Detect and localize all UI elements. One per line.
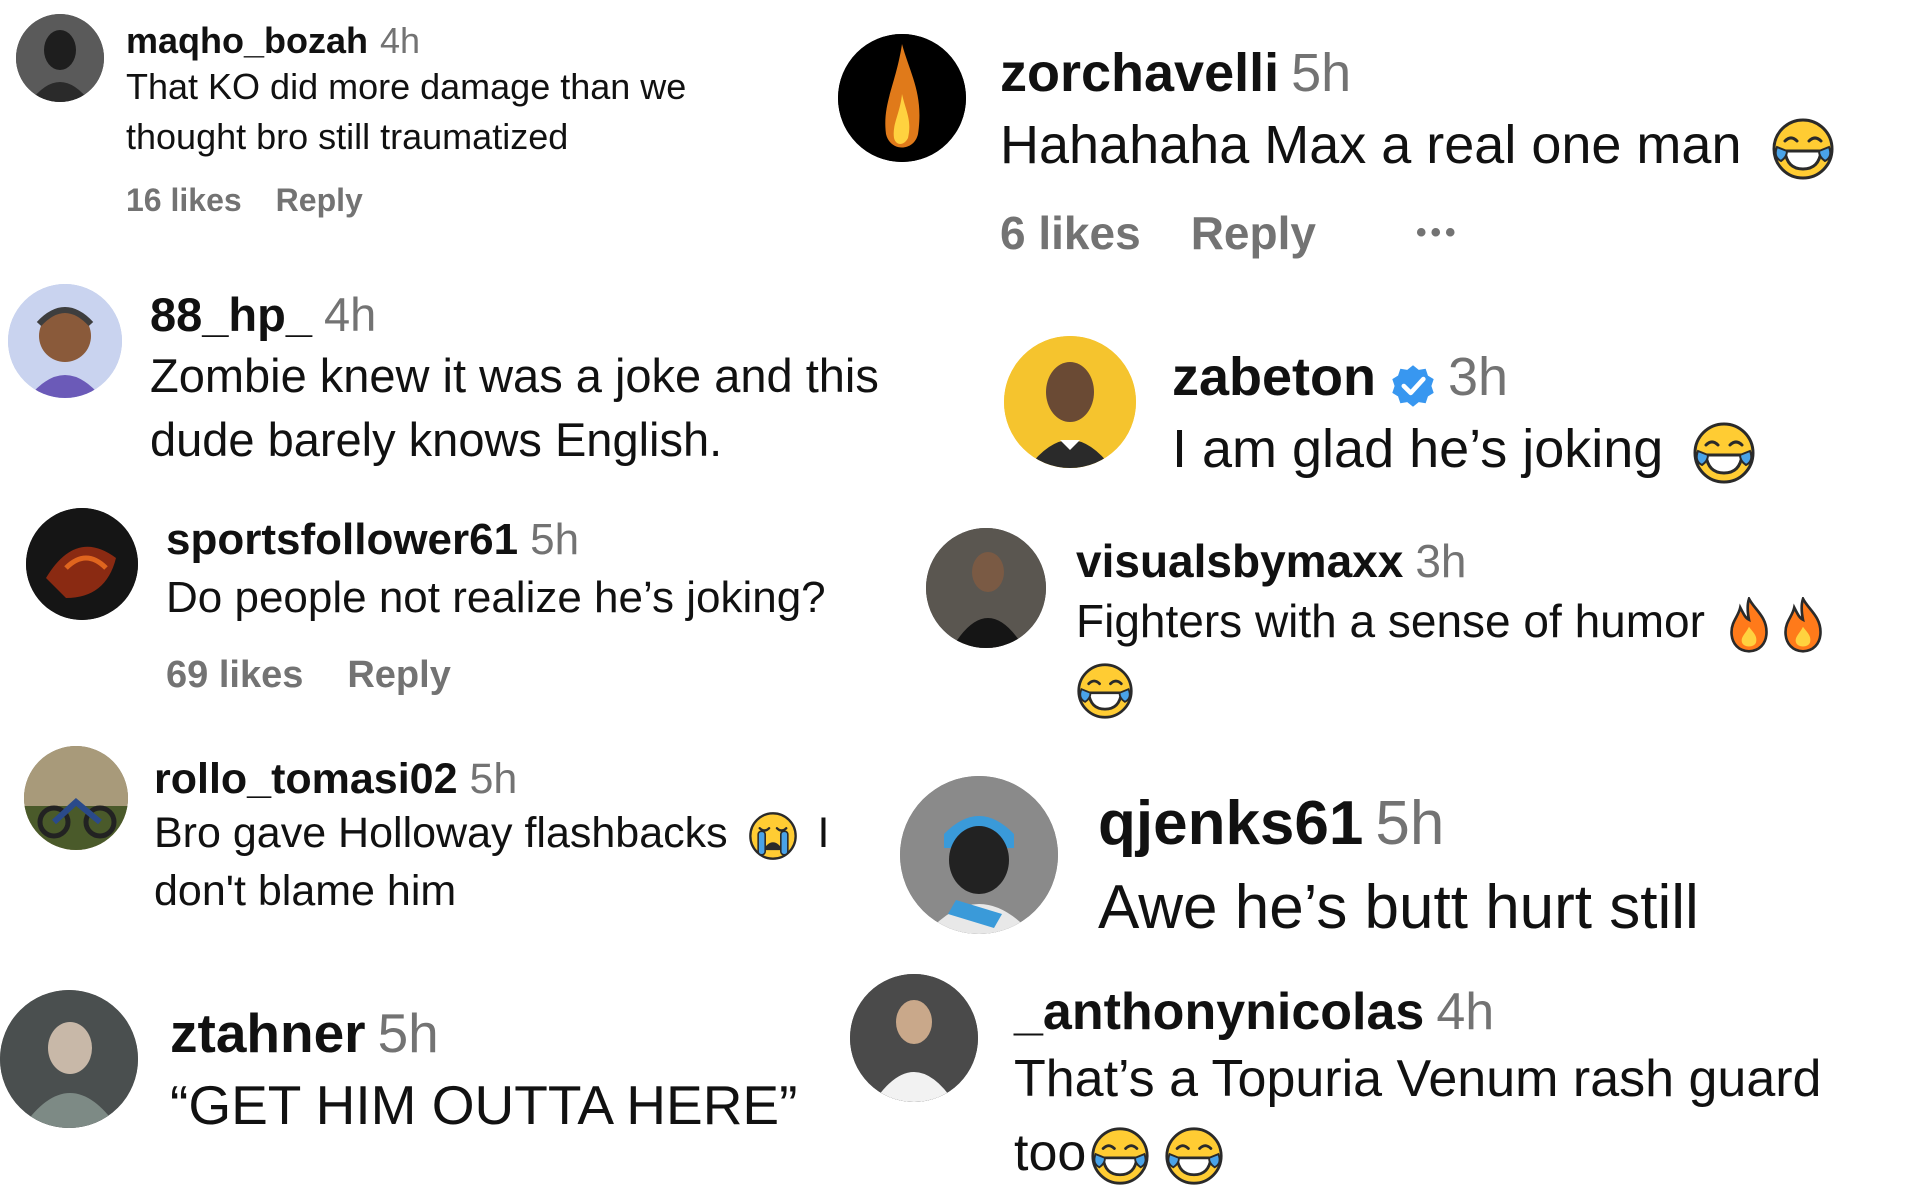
avatar[interactable]	[1004, 336, 1136, 468]
avatar[interactable]	[16, 14, 104, 102]
comment-username[interactable]: sportsfollower61	[166, 515, 518, 564]
reply-button[interactable]: Reply	[276, 182, 363, 219]
comment-text-part: Fighters with a sense of humor	[1076, 595, 1705, 647]
avatar[interactable]	[26, 508, 138, 620]
avatar[interactable]	[900, 776, 1058, 934]
comment-username[interactable]: _anthonynicolas	[1014, 983, 1424, 1041]
avatar[interactable]	[0, 990, 138, 1128]
avatar[interactable]	[926, 528, 1046, 648]
face-with-tears-of-joy-icon	[1771, 117, 1835, 181]
comment-text-part: Hahahaha Max a real one man	[1000, 115, 1742, 175]
comment-username[interactable]: zabeton	[1172, 347, 1376, 407]
face-with-tears-of-joy-icon	[1076, 662, 1134, 720]
comment-text: That’s a Topuria Venum rash guard too	[1014, 1042, 1914, 1190]
comment-time: 5h	[1291, 43, 1352, 103]
comment-text-part: I am glad he’s joking	[1172, 419, 1664, 479]
face-with-tears-of-joy-icon	[1692, 421, 1756, 485]
comment-text: Bro gave Holloway flashbacks I don't bla…	[154, 804, 914, 920]
comment-time: 5h	[1375, 789, 1445, 858]
comment-username[interactable]: 88_hp_	[150, 288, 312, 341]
comment-time: 5h	[530, 515, 580, 564]
comment-text: That KO did more damage than we thought …	[126, 66, 687, 157]
comment-time: 4h	[323, 288, 377, 341]
comment-actions: 6 likes Reply •••	[1000, 206, 1900, 260]
comment-username[interactable]: ztahner	[170, 1002, 366, 1064]
more-options-button[interactable]: •••	[1416, 216, 1460, 250]
face-with-tears-of-joy-icon	[1090, 1126, 1150, 1186]
fire-icon	[1728, 597, 1770, 653]
loudly-crying-face-icon	[748, 811, 798, 861]
comment-text: “GET HIM OUTTA HERE”	[170, 1074, 798, 1136]
comment-text: Do people not realize he’s joking?	[166, 573, 826, 622]
comment-text: Hahahaha Max a real one man	[1000, 106, 1900, 184]
avatar[interactable]	[8, 284, 122, 398]
comment-time: 3h	[1415, 535, 1467, 587]
comment-text: Fighters with a sense of humor	[1076, 588, 1916, 720]
comment-actions: 16 likes Reply	[126, 182, 726, 219]
avatar[interactable]	[24, 746, 128, 850]
comment-actions: 69 likes Reply	[166, 654, 926, 697]
comment-time: 4h	[380, 20, 421, 61]
comment-text-part: That’s a Topuria Venum rash guard	[1014, 1050, 1822, 1108]
comment-time: 5h	[377, 1002, 439, 1064]
comment-time: 3h	[1448, 347, 1509, 407]
comment-username[interactable]: visualsbymaxx	[1076, 535, 1403, 587]
comment-text-part: Bro gave Holloway flashbacks	[154, 809, 728, 857]
comment-text-part: don't blame him	[154, 867, 457, 915]
comment-text-part: too	[1014, 1124, 1087, 1182]
comment-text-part: I	[817, 809, 830, 857]
reply-button[interactable]: Reply	[347, 654, 450, 697]
comment-username[interactable]: rollo_tomasi02	[154, 755, 458, 803]
avatar[interactable]	[850, 974, 978, 1102]
comment-username[interactable]: maqho_bozah	[126, 20, 368, 61]
comment-time: 5h	[469, 755, 518, 803]
comment-text: Awe he’s butt hurt still	[1098, 873, 1699, 942]
comment-username[interactable]: zorchavelli	[1000, 43, 1279, 103]
avatar[interactable]	[838, 34, 966, 162]
comment-username[interactable]: qjenks61	[1098, 789, 1363, 858]
likes-count[interactable]: 69 likes	[166, 654, 303, 697]
reply-button[interactable]: Reply	[1191, 206, 1316, 260]
face-with-tears-of-joy-icon	[1164, 1126, 1224, 1186]
likes-count[interactable]: 16 likes	[126, 182, 242, 219]
verified-badge-icon	[1390, 358, 1436, 407]
comment-text: I am glad he’s joking	[1172, 410, 1912, 488]
fire-icon	[1782, 597, 1824, 653]
comment-text: Zombie knew it was a joke and this dude …	[150, 349, 879, 466]
comment-time: 4h	[1436, 983, 1495, 1041]
likes-count[interactable]: 6 likes	[1000, 206, 1141, 260]
